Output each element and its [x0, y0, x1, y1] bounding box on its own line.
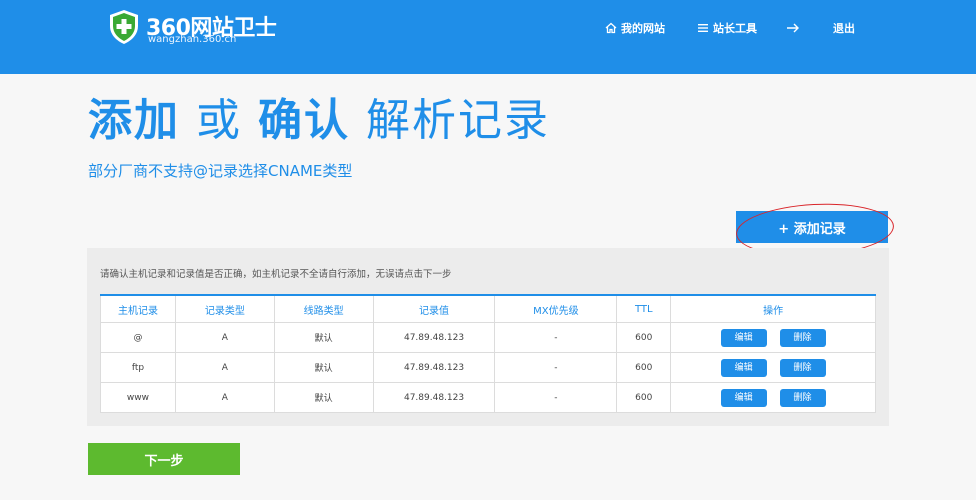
shield-plus-icon: [110, 10, 138, 44]
cell-line: 默认: [273, 352, 374, 383]
nav-webmaster-tools[interactable]: 站长工具: [697, 20, 757, 36]
cell-value: 47.89.48.123: [372, 382, 496, 413]
col-type: 记录类型: [174, 294, 275, 323]
table-row: @ A 默认 47.89.48.123 - 600 编辑 删除: [100, 322, 876, 353]
nav-my-sites[interactable]: 我的网站: [605, 20, 665, 36]
next-step-button[interactable]: 下一步: [88, 443, 240, 475]
dns-records-table: 主机记录 记录类型 线路类型 记录值 MX优先级 TTL 操作 @ A 默认 4…: [100, 294, 876, 413]
cell-actions: 编辑 删除: [670, 322, 876, 353]
table-row: www A 默认 47.89.48.123 - 600 编辑 删除: [100, 382, 876, 413]
cell-mx: -: [494, 322, 618, 353]
cell-host: @: [100, 322, 176, 353]
nav-logout-label: 退出: [833, 22, 855, 35]
home-icon: [605, 22, 617, 34]
col-actions: 操作: [670, 294, 876, 323]
top-header: 360网站卫士 wangzhan.360.cn 我的网站 站长工具 退出: [0, 0, 976, 74]
title-add: 添加: [88, 95, 180, 146]
table-row: ftp A 默认 47.89.48.123 - 600 编辑 删除: [100, 352, 876, 383]
delete-button[interactable]: 删除: [779, 328, 826, 347]
page-subtitle: 部分厂商不支持@记录选择CNAME类型: [88, 162, 353, 180]
nav-logout[interactable]: 退出: [833, 20, 855, 36]
col-host: 主机记录: [100, 294, 176, 323]
logo-subtitle: wangzhan.360.cn: [148, 34, 237, 45]
edit-button[interactable]: 编辑: [720, 358, 767, 377]
menu-icon: [698, 24, 708, 32]
cell-host: ftp: [100, 352, 176, 383]
cell-line: 默认: [273, 382, 374, 413]
cell-mx: -: [494, 382, 618, 413]
cell-type: A: [174, 352, 275, 383]
edit-button[interactable]: 编辑: [720, 328, 767, 347]
page-title: 添加 或 确认 解析记录: [88, 84, 550, 148]
title-or: 或: [196, 95, 242, 146]
nav-webmaster-tools-label: 站长工具: [713, 22, 757, 35]
arrow-right-icon: [787, 23, 799, 33]
title-records: 解析记录: [366, 95, 550, 146]
delete-button[interactable]: 删除: [779, 388, 826, 407]
col-line: 线路类型: [273, 294, 374, 323]
col-value: 记录值: [372, 294, 496, 323]
cell-mx: -: [494, 352, 618, 383]
cell-line: 默认: [273, 322, 374, 353]
cell-value: 47.89.48.123: [372, 322, 496, 353]
delete-button[interactable]: 删除: [779, 358, 826, 377]
add-record-button[interactable]: + 添加记录: [736, 211, 888, 243]
confirm-note: 请确认主机记录和记录值是否正确，如主机记录不全请自行添加，无误请点击下一步: [100, 269, 452, 280]
table-header-row: 主机记录 记录类型 线路类型 记录值 MX优先级 TTL 操作: [100, 294, 876, 323]
nav-my-sites-label: 我的网站: [621, 22, 665, 35]
col-ttl: TTL: [616, 294, 672, 323]
col-mx: MX优先级: [494, 294, 618, 323]
cell-actions: 编辑 删除: [670, 352, 876, 383]
cell-ttl: 600: [616, 322, 672, 353]
cell-actions: 编辑 删除: [670, 382, 876, 413]
site-logo[interactable]: 360网站卫士 wangzhan.360.cn: [108, 9, 288, 49]
cell-ttl: 600: [616, 382, 672, 413]
cell-host: www: [100, 382, 176, 413]
cell-type: A: [174, 322, 275, 353]
edit-button[interactable]: 编辑: [720, 388, 767, 407]
nav-arrow[interactable]: [786, 20, 804, 36]
cell-type: A: [174, 382, 275, 413]
cell-ttl: 600: [616, 352, 672, 383]
cell-value: 47.89.48.123: [372, 352, 496, 383]
records-panel: 请确认主机记录和记录值是否正确，如主机记录不全请自行添加，无误请点击下一步 主机…: [87, 248, 889, 426]
title-confirm: 确认: [258, 95, 350, 146]
